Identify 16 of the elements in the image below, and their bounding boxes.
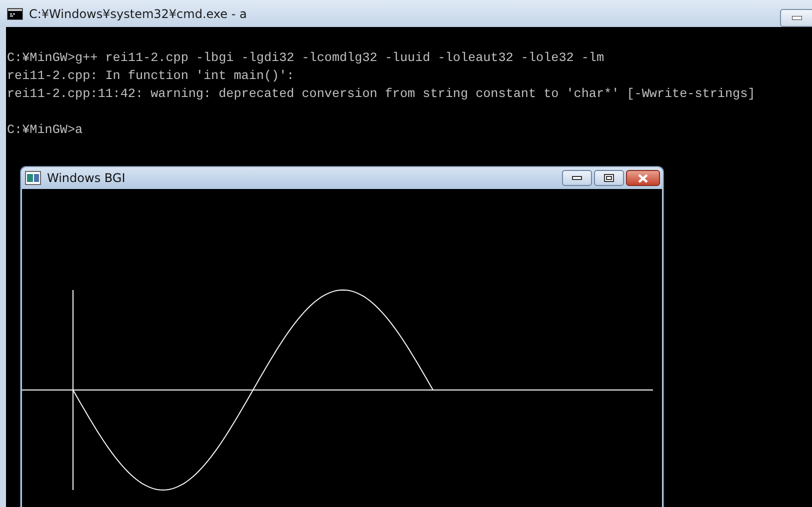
console-line: C:¥MinGW>g++ rei11-2.cpp -lbgi -lgdi32 -lcomdlg32 -luuid -loleaut32 -lole32 -lm <box>7 50 606 67</box>
console-line: C:¥MinGW>a <box>7 122 84 139</box>
close-icon <box>638 174 648 182</box>
minimize-icon <box>572 176 582 180</box>
window-title: C:¥Windows¥system32¥cmd.exe - a <box>29 6 247 22</box>
console-line: rei11-2.cpp: In function 'int main()': <box>7 68 296 85</box>
close-button[interactable] <box>626 170 660 186</box>
console-icon <box>7 8 23 20</box>
app-icon <box>25 171 41 185</box>
minimize-icon <box>792 16 802 20</box>
maximize-icon <box>604 174 614 182</box>
console-line: rei11-2.cpp:11:42: warning: deprecated conversion from string constant to 'char*' [-Wwrite-strings] <box>7 86 756 103</box>
minimize-button[interactable] <box>780 9 812 27</box>
maximize-button[interactable] <box>594 170 624 186</box>
window-title: Windows BGI <box>47 170 126 187</box>
minimize-button[interactable] <box>562 170 592 186</box>
